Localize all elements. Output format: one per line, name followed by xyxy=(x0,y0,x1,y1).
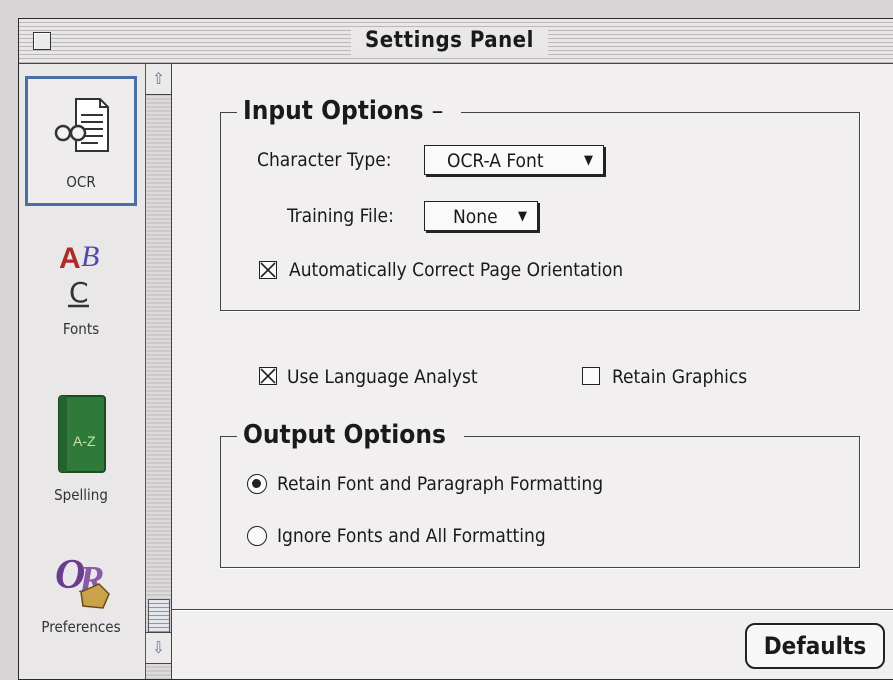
window-title: Settings Panel xyxy=(351,27,548,55)
svg-text:B: B xyxy=(81,240,99,273)
character-type-select[interactable]: OCR-A Font ▼ xyxy=(424,145,604,175)
training-file-label: Training File: xyxy=(287,205,394,227)
input-options-group: Input Options – Character Type: OCR-A Fon… xyxy=(220,93,860,311)
close-box[interactable] xyxy=(33,32,51,50)
glasses-document-icon xyxy=(54,95,112,163)
settings-content: Input Options – Character Type: OCR-A Fon… xyxy=(172,64,893,679)
sidebar-item-label: OCR xyxy=(66,173,96,191)
retain-graphics-checkbox[interactable] xyxy=(582,367,600,385)
vertical-scrollbar[interactable]: ⇧ ⇩ xyxy=(146,64,172,679)
character-type-value: OCR-A Font xyxy=(447,150,544,172)
scroll-up-arrow-icon[interactable]: ⇧ xyxy=(146,64,171,95)
character-type-label: Character Type: xyxy=(257,149,392,171)
defaults-button[interactable]: Defaults xyxy=(745,623,885,669)
auto-orient-label[interactable]: Automatically Correct Page Orientation xyxy=(289,257,623,283)
auto-orient-checkbox[interactable] xyxy=(259,261,277,279)
svg-text:A-Z: A-Z xyxy=(73,433,96,449)
category-sidebar: OCR A B C Fonts A-Z Spelling O R Prefere… xyxy=(19,64,146,679)
retain-graphics-label[interactable]: Retain Graphics xyxy=(612,364,747,390)
sidebar-item-label: Preferences xyxy=(41,618,121,636)
retain-format-label[interactable]: Retain Font and Paragraph Formatting xyxy=(277,471,603,497)
training-file-value: None xyxy=(453,206,498,228)
sidebar-item-preferences[interactable]: O R Preferences xyxy=(25,538,137,668)
training-file-select[interactable]: None ▼ xyxy=(424,201,538,231)
title-bar[interactable]: Settings Panel xyxy=(19,19,893,64)
footer-divider xyxy=(172,609,893,610)
sidebar-item-fonts[interactable]: A B C Fonts xyxy=(25,224,137,354)
output-options-group: Output Options Retain Font and Paragraph… xyxy=(220,417,860,568)
input-options-title: Input Options – xyxy=(237,93,462,129)
checkmark-x-icon xyxy=(260,262,276,278)
checkmark-x-icon xyxy=(260,368,276,384)
preferences-logo-icon: O R xyxy=(51,540,117,620)
retain-format-radio[interactable] xyxy=(247,474,267,494)
fonts-abc-icon: A B C xyxy=(55,236,109,314)
svg-text:C: C xyxy=(69,276,89,309)
radio-dot xyxy=(252,479,261,488)
language-analyst-checkbox[interactable] xyxy=(259,367,277,385)
green-book-icon: A-Z xyxy=(55,392,111,482)
sidebar-item-spelling[interactable]: A-Z Spelling xyxy=(25,374,137,504)
chevron-down-icon: ▼ xyxy=(584,153,593,168)
chevron-down-icon: ▼ xyxy=(518,209,527,224)
ignore-format-radio[interactable] xyxy=(247,526,267,546)
sidebar-item-label: Fonts xyxy=(62,320,100,338)
svg-text:A: A xyxy=(59,242,81,275)
sidebar-item-label: Spelling xyxy=(54,486,108,504)
ignore-format-label[interactable]: Ignore Fonts and All Formatting xyxy=(277,523,546,549)
scroll-down-arrow-icon[interactable]: ⇩ xyxy=(146,632,171,664)
output-options-title: Output Options xyxy=(237,417,464,453)
language-analyst-label[interactable]: Use Language Analyst xyxy=(287,364,478,390)
sidebar-item-ocr[interactable]: OCR xyxy=(25,76,137,206)
settings-window: Settings Panel OCR A B C Fonts A-Z Spell… xyxy=(18,18,893,680)
